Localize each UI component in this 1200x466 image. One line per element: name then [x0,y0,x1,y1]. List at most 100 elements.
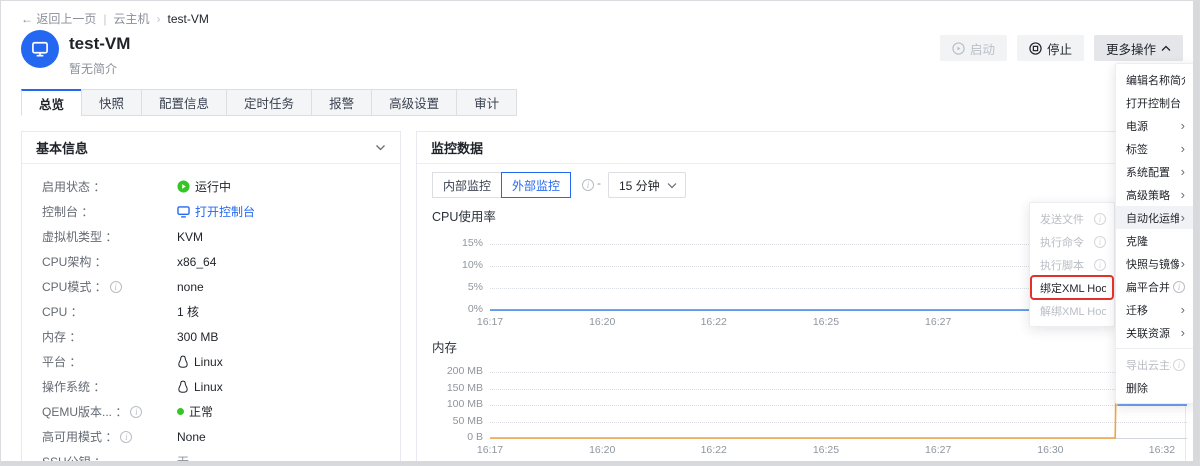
back-arrow-icon: ← [21,12,33,26]
info-value: Linux [194,355,223,369]
internal-monitor-button[interactable]: 内部监控 [432,172,502,198]
info-label: 内存 ： [42,328,81,345]
y-tick-label: 10% [417,259,483,271]
menu-item-11[interactable]: 关联资源› [1116,321,1193,344]
info-icon: i [1173,359,1185,371]
submenu-item-2: 执行脚本i [1030,253,1114,276]
menu-item-10[interactable]: 迁移› [1116,298,1193,321]
menu-item-13[interactable]: 删除 [1116,376,1193,399]
more-actions-button[interactable]: 更多操作 [1094,35,1183,61]
info-label: QEMU版本... ： [42,403,127,420]
info-value: KVM [177,230,203,244]
monitoring-header: 监控数据 [417,132,1185,164]
x-tick-label: 16:30 [1026,444,1074,456]
menu-item-2[interactable]: 电源› [1116,114,1193,137]
external-monitor-button[interactable]: 外部监控 [501,172,571,198]
start-button: 启动 [940,35,1007,61]
info-value: Linux [194,380,223,394]
info-icon: i [1173,281,1185,293]
info-row-qemu: QEMU版本... ： i 正常 [42,399,400,424]
x-tick-label: 16:25 [802,444,850,456]
more-actions-menu: 编辑名称简介打开控制台电源›标签›系统配置›高级策略›自动化运维›克隆快照与镜像… [1115,63,1194,404]
submenu-item-3[interactable]: 绑定XML Hook [1030,276,1114,299]
monitoring-title: 监控数据 [431,138,483,157]
info-icon: i [130,406,142,418]
basic-info-header[interactable]: 基本信息 [22,132,400,164]
menu-item-9[interactable]: 扁平合并i [1116,275,1193,298]
chevron-right-icon: › [1181,119,1185,132]
info-label: 控制台 ： [42,203,93,220]
info-row-cpu: CPU ： 1 核 [42,299,400,324]
menu-item-0[interactable]: 编辑名称简介 [1116,68,1193,91]
back-link[interactable]: ← 返回上一页 [21,10,96,27]
running-status-icon [177,180,190,193]
chevron-right-icon: › [1181,257,1185,270]
tab-audit[interactable]: 审计 [456,89,517,116]
info-label: CPU模式 ： [42,278,107,295]
tab-snapshot[interactable]: 快照 [81,89,142,116]
menu-item-1[interactable]: 打开控制台 [1116,91,1193,114]
info-row-platform: 平台 ： Linux [42,349,400,374]
menu-item-12: 导出云主机i [1116,353,1193,376]
chevron-down-icon [667,182,677,189]
menu-item-label: 克隆 [1126,233,1185,249]
info-row-console: 控制台 ： 打开控制台 [42,199,400,224]
menu-item-label: 绑定XML Hook [1040,280,1106,296]
info-value: none [177,280,204,294]
menu-item-label: 删除 [1126,380,1185,396]
chevron-right-icon: › [1181,165,1185,178]
tab-config[interactable]: 配置信息 [141,89,227,116]
breadcrumb: ← 返回上一页 | 云主机 › test-VM [21,10,209,27]
info-row-memory: 内存 ： 300 MB [42,324,400,349]
menu-item-5[interactable]: 高级策略› [1116,183,1193,206]
interval-select[interactable]: 15 分钟 [608,172,686,198]
tab-scheduled-tasks[interactable]: 定时任务 [226,89,312,116]
vm-avatar [21,30,59,68]
gridline [490,422,1187,423]
menu-item-3[interactable]: 标签› [1116,137,1193,160]
breadcrumb-section[interactable]: 云主机 [113,10,149,27]
tab-overview[interactable]: 总览 [21,89,82,116]
memory-chart-title: 内存 [432,337,457,356]
menu-item-7[interactable]: 克隆 [1116,229,1193,252]
y-tick-label: 0% [417,303,483,315]
stop-button[interactable]: 停止 [1017,35,1084,61]
x-tick-label: 16:20 [578,444,626,456]
breadcrumb-current: test-VM [168,12,209,26]
chevron-down-icon[interactable] [375,144,386,151]
basic-info-title: 基本信息 [36,138,88,157]
menu-item-8[interactable]: 快照与镜像› [1116,252,1193,275]
open-console-link[interactable]: 打开控制台 [195,203,255,220]
x-tick-label: 16:20 [578,316,626,328]
submenu-item-1: 执行命令i [1030,230,1114,253]
y-tick-label: 100 MB [417,398,483,410]
info-icon: i [120,431,132,443]
info-row-ha-mode: 高可用模式 ： i None [42,424,400,449]
bottom-scrollbar[interactable] [1,461,1199,465]
right-scrollbar[interactable] [1193,1,1199,465]
menu-item-6[interactable]: 自动化运维› [1116,206,1193,229]
monitor-source-toggle: 内部监控 外部监控 [432,172,571,198]
info-icon: i [1094,236,1106,248]
menu-item-label: 扁平合并 [1126,279,1171,295]
info-value: 1 核 [177,303,199,320]
y-tick-label: 5% [417,281,483,293]
menu-divider [1116,348,1193,349]
linux-penguin-icon [177,355,189,368]
tab-advanced[interactable]: 高级设置 [371,89,457,116]
chevron-right-icon: › [1181,326,1185,339]
info-label: 平台 ： [42,353,81,370]
info-icon: i [110,281,122,293]
vm-description: 暂无简介 [69,60,117,77]
menu-item-label: 关联资源 [1126,325,1179,341]
tab-alerts[interactable]: 报警 [311,89,372,116]
tab-bar: 总览 快照 配置信息 定时任务 报警 高级设置 审计 [21,89,517,116]
info-icon: i [1094,259,1106,271]
page-title: test-VM [69,34,130,54]
menu-item-4[interactable]: 系统配置› [1116,160,1193,183]
chevron-right-icon: › [1181,188,1185,201]
y-tick-label: 50 MB [417,415,483,427]
menu-item-label: 电源 [1126,118,1179,134]
y-tick-label: 15% [417,237,483,249]
chevron-up-icon [1161,45,1171,52]
